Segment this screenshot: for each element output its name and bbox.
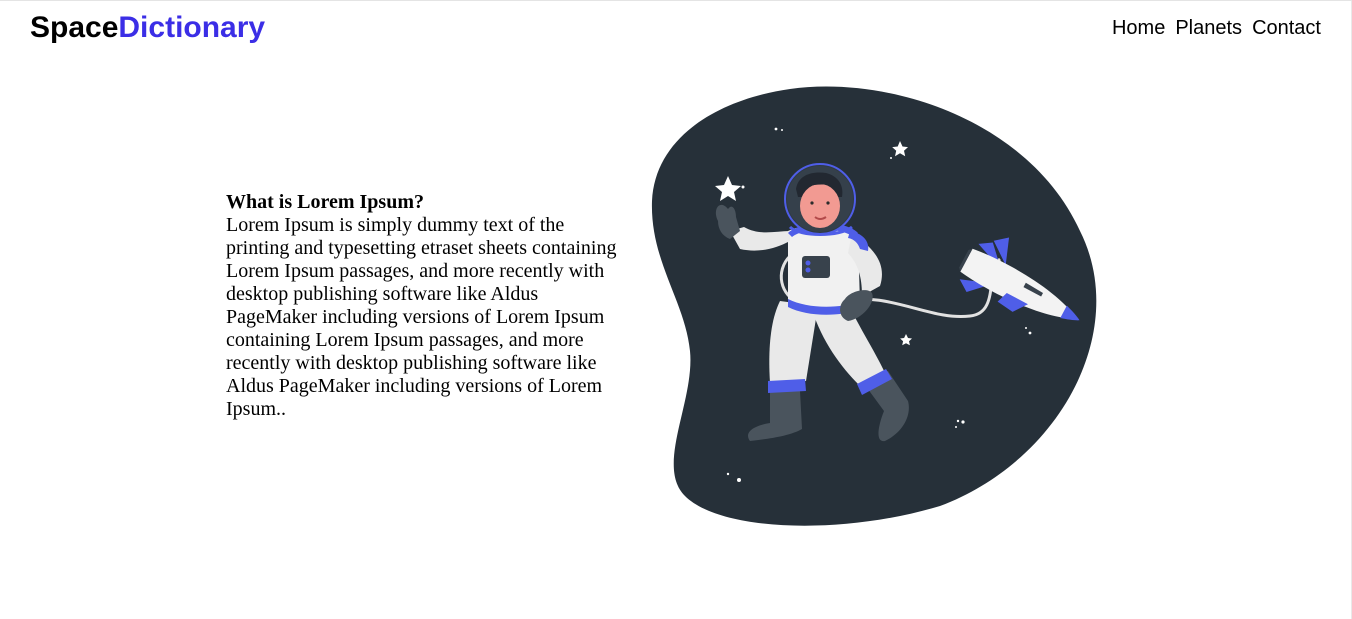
intro-section: What is Lorem Ipsum? Lorem Ipsum is simp… <box>226 191 626 421</box>
navbar: SpaceDictionary Home Planets Contact <box>0 1 1352 57</box>
nav-link-home[interactable]: Home <box>1112 16 1165 40</box>
logo-text-dictionary: Dictionary <box>118 11 266 44</box>
nav-links: Home Planets Contact <box>1112 16 1321 40</box>
nav-link-planets[interactable]: Planets <box>1175 16 1242 40</box>
astronaut-illustration <box>651 86 1097 526</box>
intro-heading: What is Lorem Ipsum? <box>226 191 424 213</box>
nav-link-contact[interactable]: Contact <box>1252 16 1321 40</box>
intro-body: Lorem Ipsum is simply dummy text of the … <box>226 214 617 420</box>
site-logo[interactable]: SpaceDictionary <box>30 10 265 46</box>
logo-text-space: Space <box>30 11 119 44</box>
chest-panel <box>802 256 830 278</box>
